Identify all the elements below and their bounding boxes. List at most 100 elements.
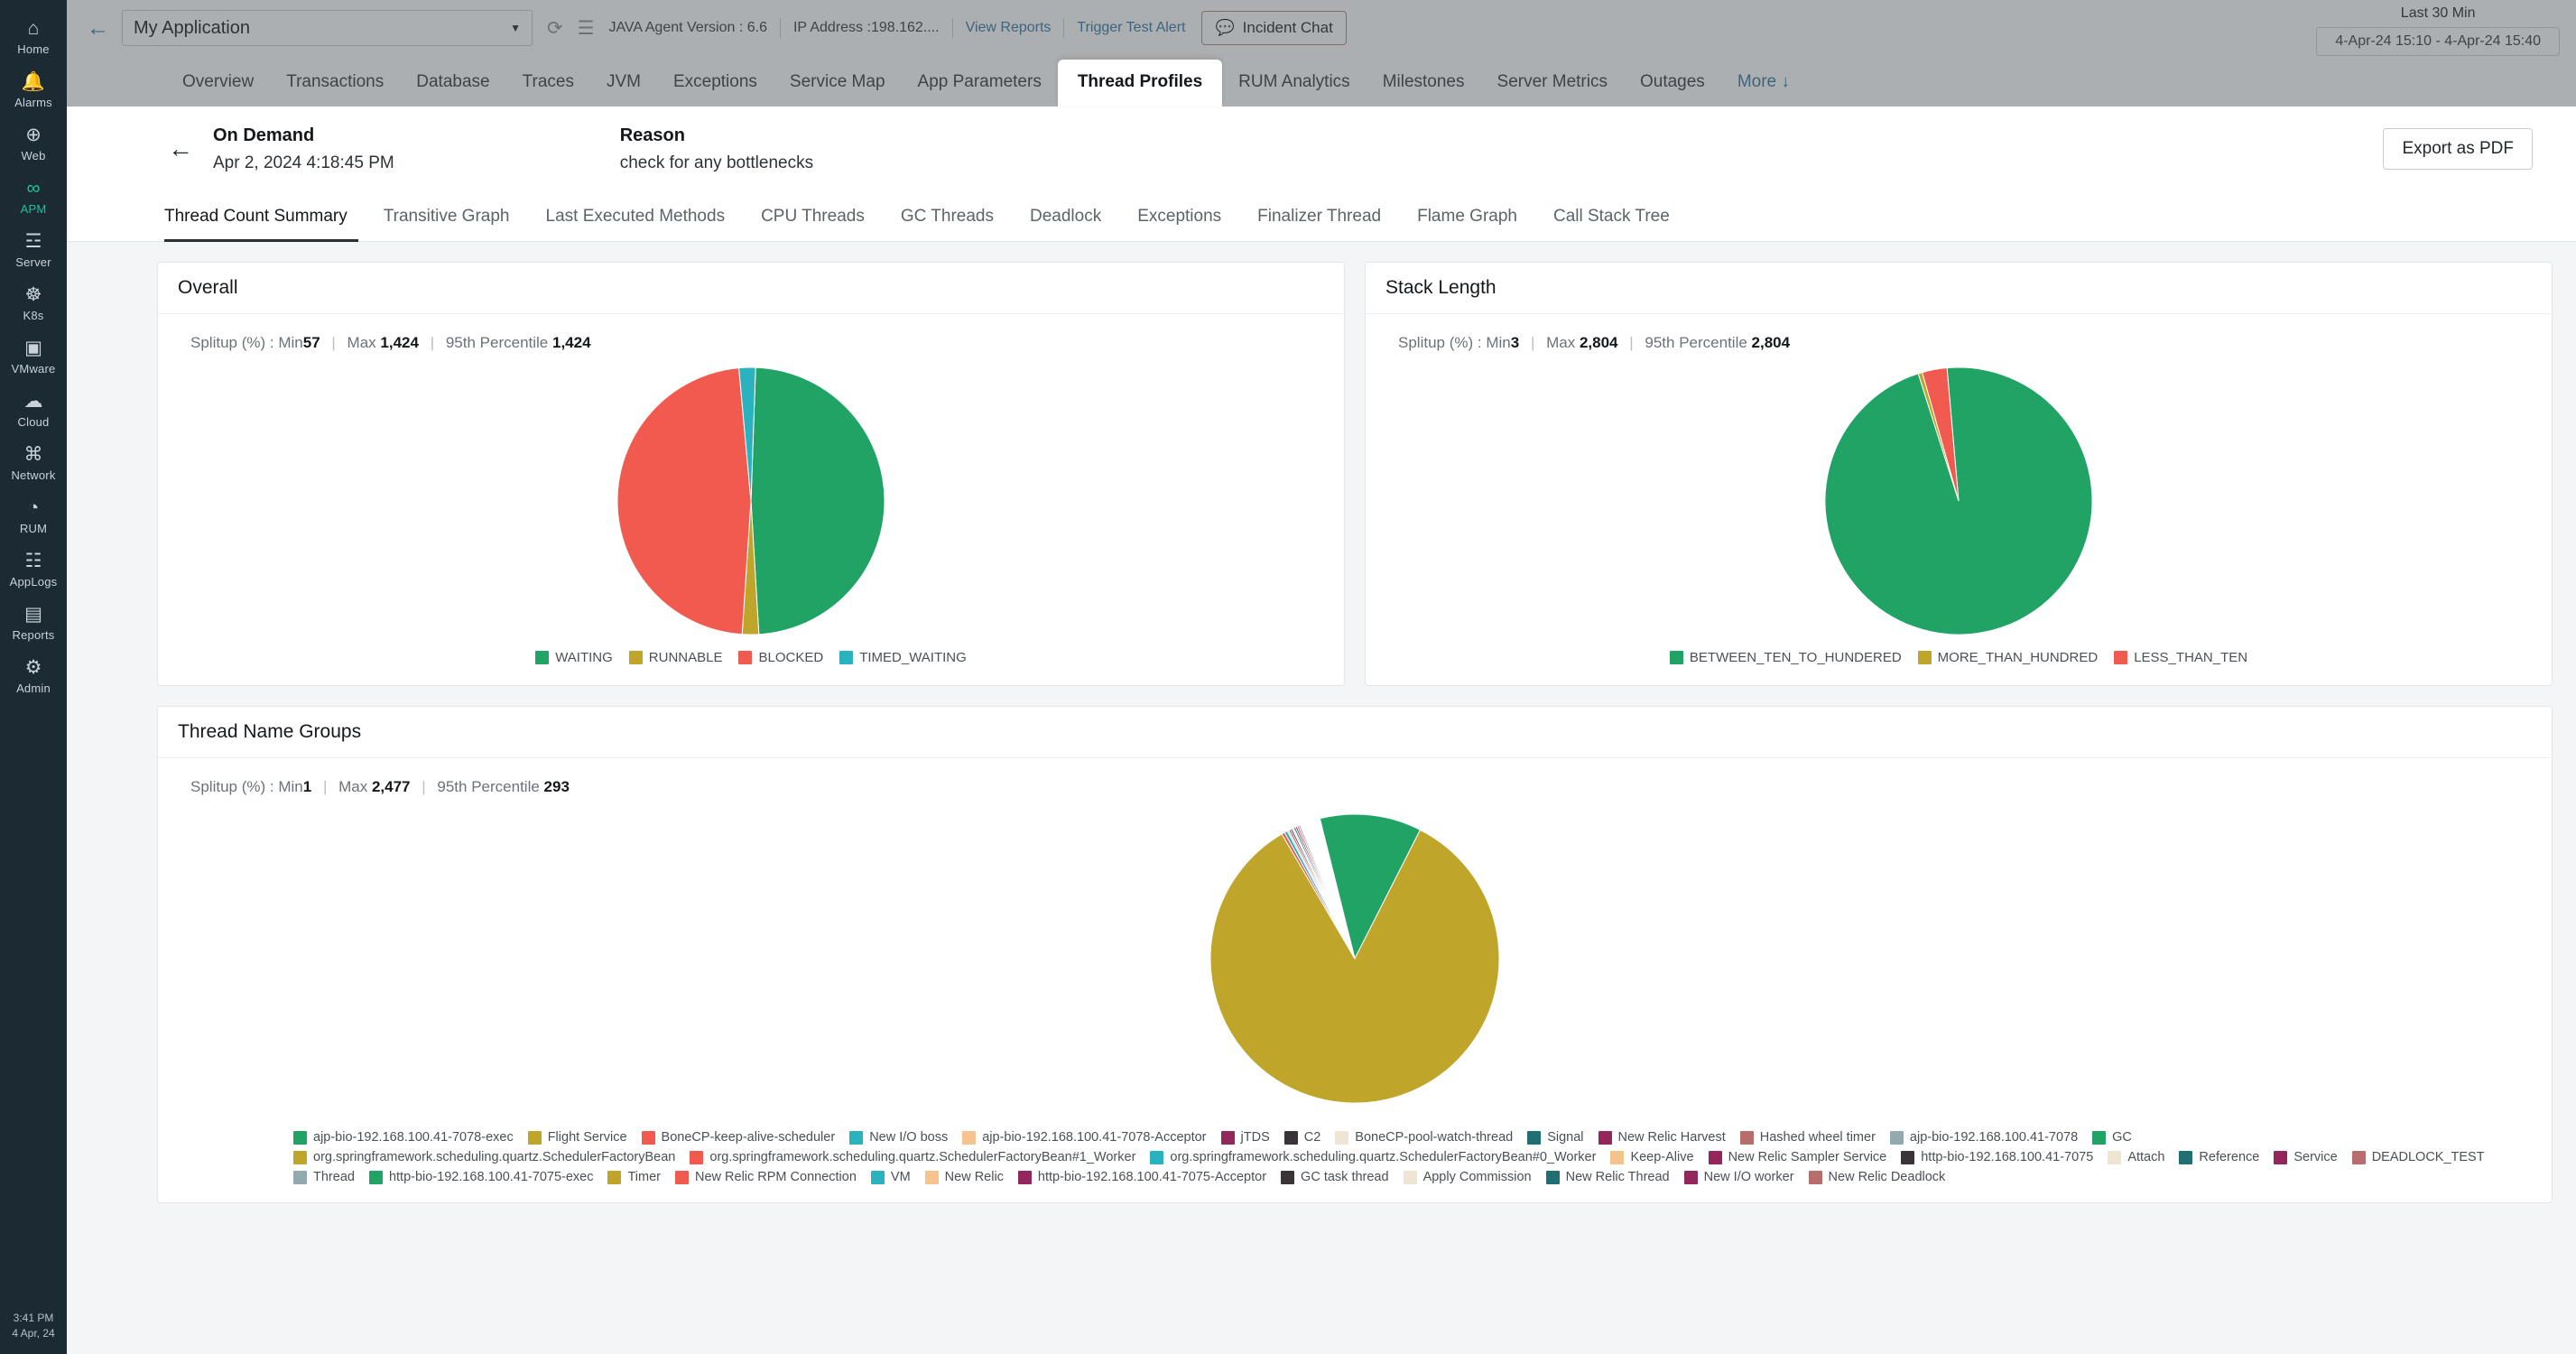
- profile-back-icon[interactable]: ←: [168, 134, 193, 163]
- stack-length-pie-chart[interactable]: [1366, 352, 2552, 650]
- rail-item-k8s[interactable]: ☸K8s: [0, 275, 67, 329]
- rail-item-alarms[interactable]: 🔔Alarms: [0, 62, 67, 116]
- legend-item[interactable]: Keep-Alive: [1610, 1150, 1693, 1164]
- nav-tab-rum-analytics[interactable]: RUM Analytics: [1222, 72, 1367, 107]
- rail-item-server[interactable]: ☲Server: [0, 222, 67, 275]
- export-as-pdf-button[interactable]: Export as PDF: [2383, 128, 2533, 170]
- incident-chat-button[interactable]: 💬 Incident Chat: [1201, 11, 1346, 45]
- nav-tab-app-parameters[interactable]: App Parameters: [902, 72, 1058, 107]
- subtab-thread-count-summary[interactable]: Thread Count Summary: [157, 191, 366, 242]
- legend-item[interactable]: RUNNABLE: [629, 650, 723, 665]
- rail-item-network[interactable]: ⌘Network: [0, 435, 67, 488]
- legend-item[interactable]: ajp-bio-192.168.100.41-7078-Acceptor: [962, 1130, 1206, 1145]
- legend-item[interactable]: Flight Service: [528, 1130, 627, 1145]
- application-selector[interactable]: My Application ▼: [122, 10, 533, 46]
- subtab-cpu-threads[interactable]: CPU Threads: [743, 191, 883, 242]
- legend-item[interactable]: New I/O worker: [1684, 1170, 1794, 1184]
- pie-slice[interactable]: [617, 368, 751, 635]
- legend-item[interactable]: Service: [2274, 1150, 2337, 1164]
- subtab-finalizer-thread[interactable]: Finalizer Thread: [1239, 191, 1399, 242]
- time-range-value[interactable]: 4-Apr-24 15:10 - 4-Apr-24 15:40: [2316, 27, 2560, 56]
- legend-item[interactable]: GC task thread: [1281, 1170, 1389, 1184]
- rail-clock-date: 4 Apr, 24: [12, 1326, 54, 1341]
- nav-tab-outages[interactable]: Outages: [1624, 72, 1721, 107]
- legend-item[interactable]: Timer: [607, 1170, 661, 1184]
- rail-item-reports[interactable]: ▤Reports: [0, 595, 67, 648]
- legend-item[interactable]: MORE_THAN_HUNDRED: [1918, 650, 2099, 665]
- legend-item[interactable]: WAITING: [535, 650, 613, 665]
- nav-tab-overview[interactable]: Overview: [166, 72, 270, 107]
- legend-item[interactable]: ajp-bio-192.168.100.41-7078-exec: [293, 1130, 514, 1145]
- legend-item[interactable]: Signal: [1527, 1130, 1583, 1145]
- subtab-flame-graph[interactable]: Flame Graph: [1399, 191, 1535, 242]
- thread-name-groups-pie-chart[interactable]: [158, 796, 2552, 1121]
- rail-item-cloud[interactable]: ☁Cloud: [0, 382, 67, 435]
- rail-item-admin[interactable]: ⚙Admin: [0, 648, 67, 701]
- divider: |: [324, 334, 342, 351]
- pie-slice[interactable]: [751, 367, 885, 635]
- legend-item[interactable]: Thread: [293, 1170, 355, 1184]
- rail-item-vmware[interactable]: ▣VMware: [0, 329, 67, 382]
- nav-tab-server-metrics[interactable]: Server Metrics: [1481, 72, 1624, 107]
- nav-tab-thread-profiles[interactable]: Thread Profiles: [1058, 60, 1222, 107]
- view-reports-link[interactable]: View Reports: [966, 20, 1052, 36]
- legend-item[interactable]: Attach: [2108, 1150, 2164, 1164]
- legend-item[interactable]: New Relic: [925, 1170, 1004, 1184]
- legend-swatch-icon: [1018, 1171, 1032, 1184]
- list-icon[interactable]: ☰: [578, 17, 595, 40]
- rail-item-home[interactable]: ⌂Home: [0, 9, 67, 62]
- back-arrow-icon[interactable]: ←: [87, 17, 109, 40]
- legend-item[interactable]: New Relic RPM Connection: [675, 1170, 857, 1184]
- legend-item[interactable]: VM: [871, 1170, 911, 1184]
- legend-item[interactable]: ajp-bio-192.168.100.41-7078: [1890, 1130, 2078, 1145]
- subtab-deadlock[interactable]: Deadlock: [1012, 191, 1119, 242]
- legend-item[interactable]: BoneCP-keep-alive-scheduler: [642, 1130, 836, 1145]
- nav-tab-traces[interactable]: Traces: [506, 72, 590, 107]
- nav-tab-exceptions[interactable]: Exceptions: [657, 72, 774, 107]
- nav-tab-milestones[interactable]: Milestones: [1367, 72, 1481, 107]
- rail-item-rum[interactable]: ◔RUM: [0, 488, 67, 542]
- overall-pie-chart[interactable]: [158, 352, 1344, 650]
- legend-item[interactable]: C2: [1284, 1130, 1321, 1145]
- legend-item[interactable]: BLOCKED: [738, 650, 823, 665]
- refresh-icon[interactable]: ⟳: [547, 17, 563, 40]
- legend-item[interactable]: jTDS: [1221, 1130, 1270, 1145]
- subtab-transitive-graph[interactable]: Transitive Graph: [366, 191, 528, 242]
- rail-item-applogs[interactable]: ☷AppLogs: [0, 542, 67, 595]
- legend-item[interactable]: org.springframework.scheduling.quartz.Sc…: [293, 1150, 675, 1164]
- legend-item[interactable]: BoneCP-pool-watch-thread: [1335, 1130, 1513, 1145]
- stack-length-legend: BETWEEN_TEN_TO_HUNDERED MORE_THAN_HUNDRED…: [1366, 650, 2552, 685]
- nav-tab-transactions[interactable]: Transactions: [270, 72, 400, 107]
- legend-item[interactable]: New I/O boss: [849, 1130, 948, 1145]
- legend-item[interactable]: Reference: [2179, 1150, 2259, 1164]
- legend-item[interactable]: Hashed wheel timer: [1740, 1130, 1876, 1145]
- legend-swatch-icon: [1901, 1151, 1914, 1164]
- legend-item[interactable]: TIMED_WAITING: [839, 650, 967, 665]
- subtab-exceptions[interactable]: Exceptions: [1119, 191, 1239, 242]
- legend-item[interactable]: http-bio-192.168.100.41-7075: [1901, 1150, 2093, 1164]
- subtab-gc-threads[interactable]: GC Threads: [883, 191, 1012, 242]
- subtab-call-stack-tree[interactable]: Call Stack Tree: [1535, 191, 1688, 242]
- rail-item-apm[interactable]: ∞APM: [0, 169, 67, 222]
- nav-tab-service-map[interactable]: Service Map: [774, 72, 902, 107]
- rail-item-web[interactable]: ⊕Web: [0, 116, 67, 169]
- legend-item[interactable]: Apply Commission: [1404, 1170, 1532, 1184]
- nav-tab-more-[interactable]: More ↓: [1721, 72, 1806, 107]
- legend-item[interactable]: GC: [2092, 1130, 2132, 1145]
- legend-item[interactable]: http-bio-192.168.100.41-7075-exec: [369, 1170, 594, 1184]
- legend-item[interactable]: New Relic Deadlock: [1809, 1170, 1946, 1184]
- legend-item[interactable]: org.springframework.scheduling.quartz.Sc…: [1150, 1150, 1596, 1164]
- time-range-selector[interactable]: Last 30 Min 4-Apr-24 15:10 - 4-Apr-24 15…: [2316, 2, 2560, 56]
- nav-tab-database[interactable]: Database: [400, 72, 505, 107]
- trigger-test-alert-link[interactable]: Trigger Test Alert: [1077, 20, 1185, 36]
- legend-item[interactable]: New Relic Thread: [1546, 1170, 1670, 1184]
- legend-item[interactable]: New Relic Sampler Service: [1709, 1150, 1887, 1164]
- legend-item[interactable]: http-bio-192.168.100.41-7075-Acceptor: [1018, 1170, 1266, 1184]
- legend-item[interactable]: DEADLOCK_TEST: [2352, 1150, 2485, 1164]
- legend-item[interactable]: LESS_THAN_TEN: [2114, 650, 2247, 665]
- legend-item[interactable]: BETWEEN_TEN_TO_HUNDERED: [1670, 650, 1902, 665]
- subtab-last-executed-methods[interactable]: Last Executed Methods: [528, 191, 744, 242]
- legend-item[interactable]: New Relic Harvest: [1598, 1130, 1726, 1145]
- nav-tab-jvm[interactable]: JVM: [590, 72, 657, 107]
- legend-item[interactable]: org.springframework.scheduling.quartz.Sc…: [690, 1150, 1135, 1164]
